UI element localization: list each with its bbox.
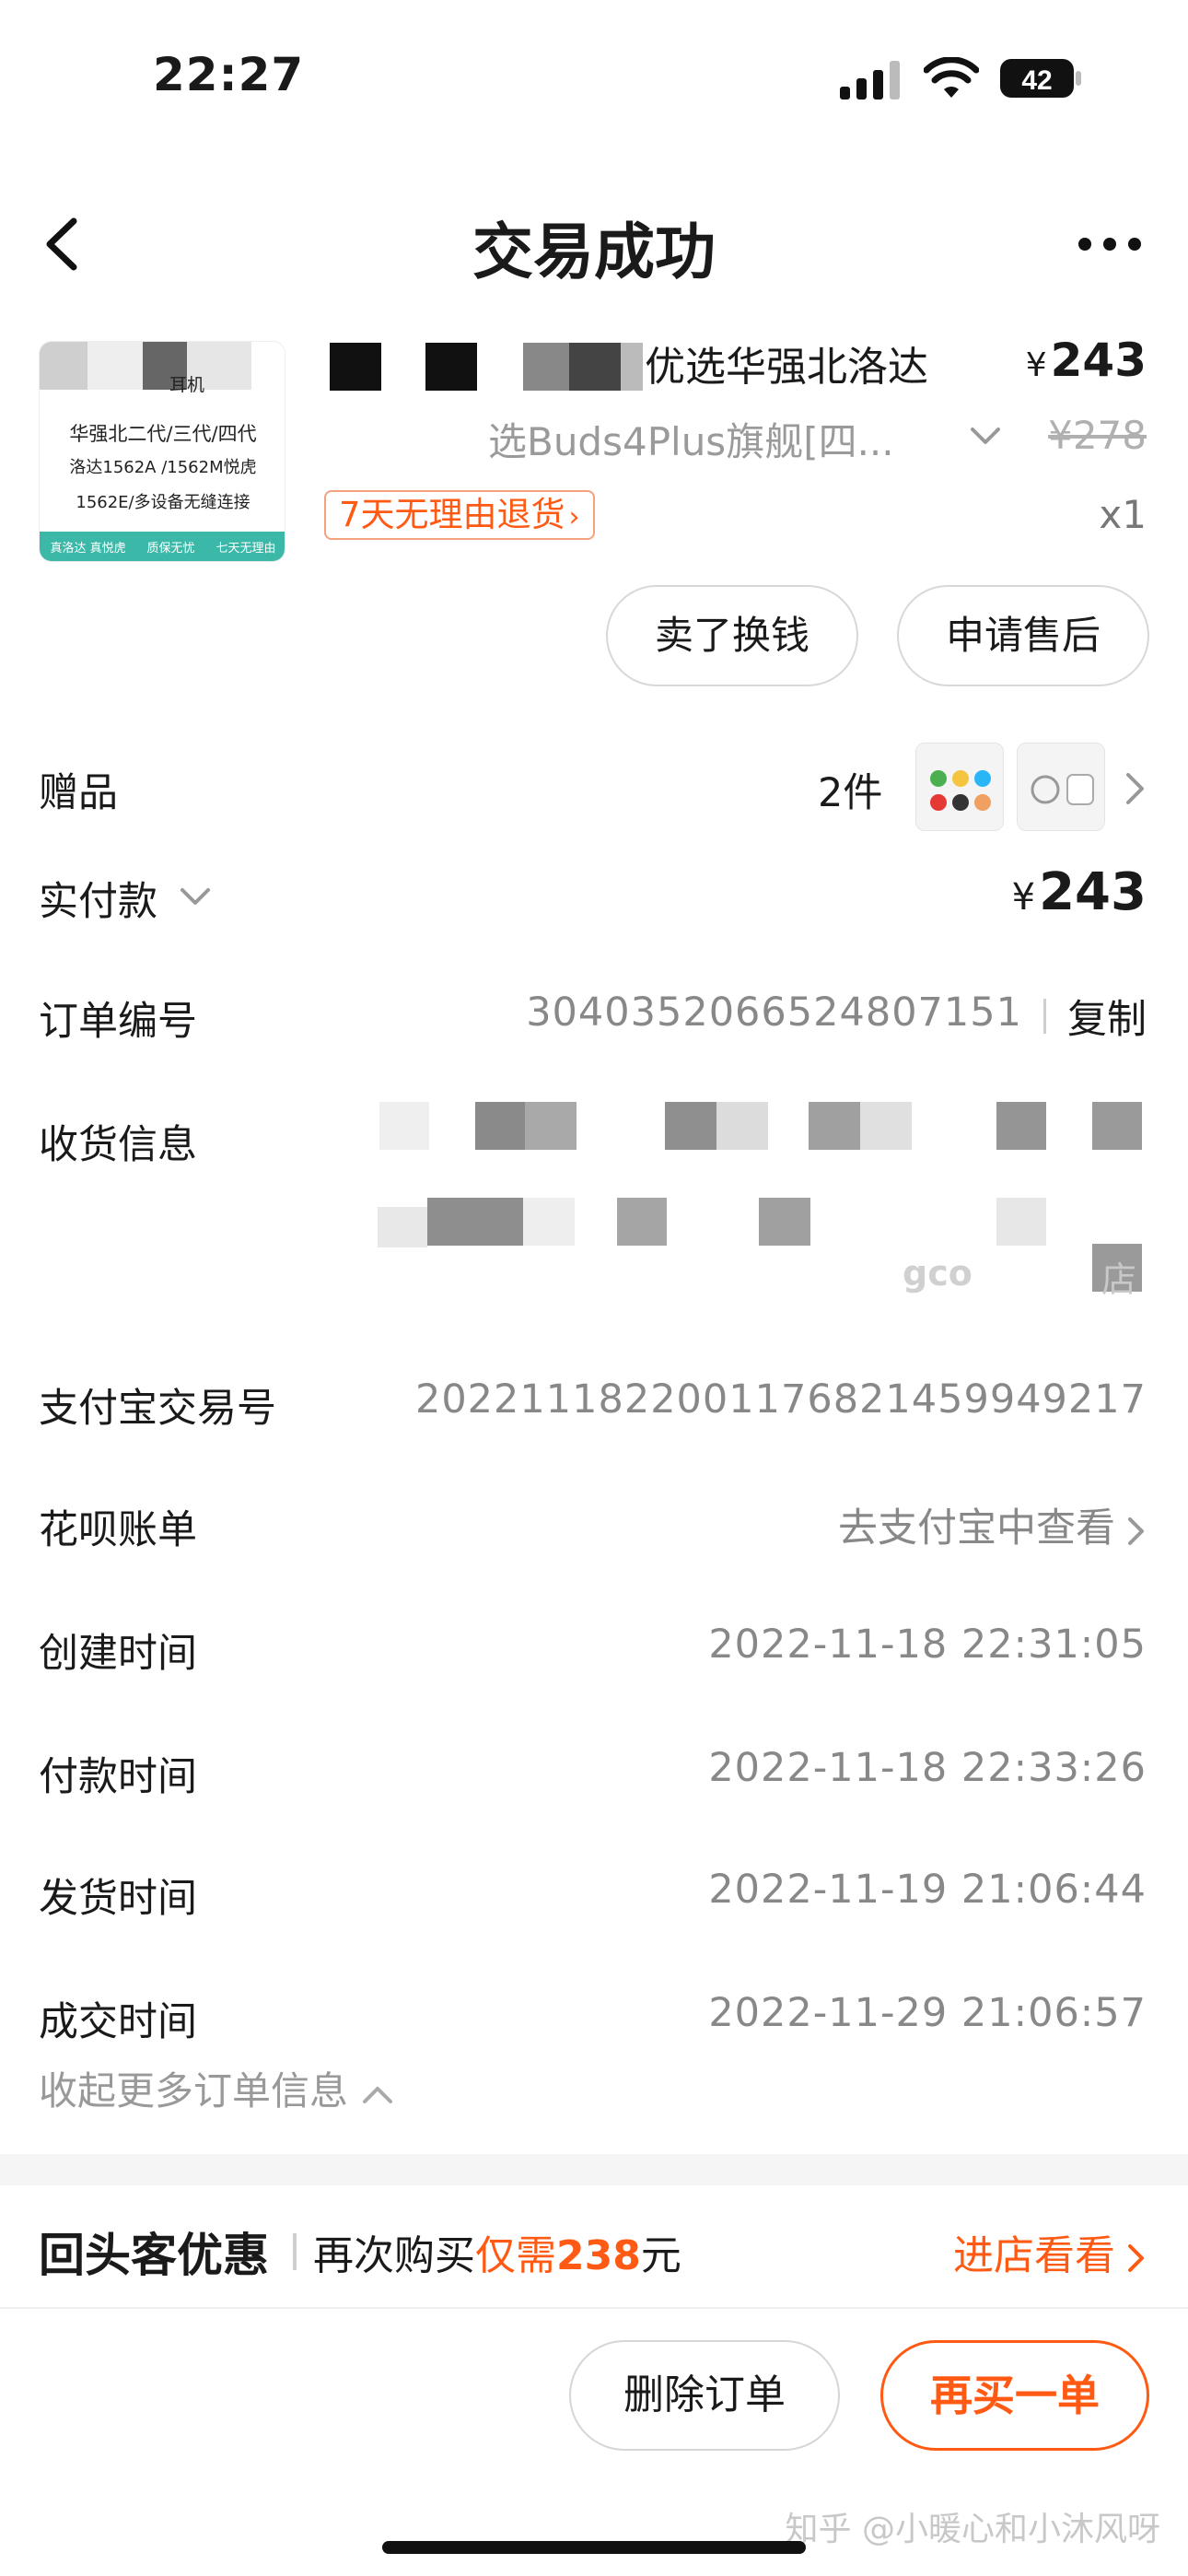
gift-thumbnail[interactable] — [915, 743, 1004, 831]
promo-price: 238 — [556, 2232, 641, 2279]
cellular-signal-icon — [840, 61, 900, 100]
gift-count[interactable]: 2件 — [818, 761, 882, 818]
chevron-right-icon — [1128, 2244, 1144, 2272]
chevron-right-icon — [1128, 1516, 1144, 1545]
product-image-line: 华强北二代/三代/四代 — [69, 423, 257, 445]
huabei-link-label: 去支付宝中查看 — [838, 1505, 1115, 1551]
redacted-title-block — [330, 343, 643, 394]
closed-time: 2022-11-29 21:06:57 — [708, 1990, 1147, 2036]
chevron-down-icon[interactable] — [969, 424, 1002, 448]
promo-text-highlight: 仅需 — [475, 2232, 556, 2279]
product-image-line: 洛达1562A /1562M悦虎 — [69, 458, 257, 477]
paid-time: 2022-11-18 22:33:26 — [708, 1745, 1147, 1791]
more-icon[interactable] — [1076, 230, 1144, 258]
divider — [1043, 999, 1046, 1034]
created-time-label: 创建时间 — [39, 1631, 197, 1677]
alipay-number: 2022111822001176821459949217 — [414, 1376, 1147, 1423]
chevron-down-icon[interactable] — [179, 884, 212, 908]
return-policy-badge[interactable]: 7天无理由退货 › — [324, 490, 595, 540]
alipay-label: 支付宝交易号 — [39, 1386, 276, 1432]
collapse-order-info-button[interactable]: 收起更多订单信息 — [39, 2060, 394, 2116]
redacted-address-line — [378, 1102, 1142, 1152]
product-image-tag: 真洛达 真悦虎 — [50, 541, 126, 556]
promo-text-prefix: 再次购买 — [313, 2232, 475, 2279]
aftersale-button[interactable]: 申请售后 — [897, 585, 1149, 686]
paid-amount-value: 243 — [1039, 862, 1147, 922]
paid-amount: ¥243 — [1012, 862, 1147, 922]
promo-text-suffix: 元 — [640, 2232, 681, 2279]
product-image-tag: 质保无忧 — [146, 541, 195, 556]
copy-button[interactable]: 复制 — [1067, 988, 1147, 1045]
collapse-order-info-label: 收起更多订单信息 — [39, 2068, 349, 2113]
section-divider — [0, 2154, 1188, 2185]
product-image-tag: 七天无理由 — [215, 541, 276, 556]
buy-again-button[interactable]: 再买一单 — [880, 2340, 1149, 2451]
product-image[interactable]: 耳机 华强北二代/三代/四代 洛达1562A /1562M悦虎 1562E/多设… — [39, 341, 285, 562]
status-time: 22:27 — [153, 48, 305, 101]
product-quantity: x1 — [1099, 492, 1147, 537]
huabei-link[interactable]: 去支付宝中查看 — [838, 1496, 1147, 1553]
shipped-time-label: 发货时间 — [39, 1876, 197, 1922]
wifi-icon — [924, 57, 979, 98]
original-price: ¥278 — [1048, 413, 1147, 458]
status-bar: 22:27 42 — [0, 0, 1188, 157]
battery-icon: 42 — [999, 57, 1082, 100]
watermark: 知乎 @小暖心和小沐风呀 — [785, 2511, 1160, 2548]
currency-symbol: ¥ — [1011, 876, 1036, 919]
returning-customer-title: 回头客优惠 — [39, 2229, 269, 2282]
order-number-label: 订单编号 — [39, 999, 197, 1045]
paid-label[interactable]: 实付款 — [39, 870, 157, 927]
product-image-line: 1562E/多设备无缝连接 — [76, 493, 250, 512]
currency-symbol: ¥ — [1025, 346, 1047, 384]
product-price-value: 243 — [1050, 334, 1147, 387]
address-fragment: gco — [903, 1253, 973, 1294]
address-fragment: 店 — [1101, 1259, 1137, 1300]
product-image-footer: 真洛达 真悦虎 质保无忧 七天无理由 — [40, 532, 285, 561]
gift-thumbnail[interactable] — [1017, 743, 1105, 831]
delete-order-button[interactable]: 删除订单 — [569, 2340, 840, 2451]
huabei-label: 花呗账单 — [39, 1507, 197, 1553]
return-policy-label: 7天无理由退货 — [339, 495, 565, 534]
paid-time-label: 付款时间 — [39, 1754, 197, 1800]
visit-store-label: 进店看看 — [953, 2232, 1115, 2279]
order-number: 3040352066524807151 — [526, 989, 1022, 1036]
product-sku[interactable]: 选Buds4Plus旗舰[四... — [488, 411, 894, 467]
sell-button[interactable]: 卖了换钱 — [606, 585, 858, 686]
chevron-right-icon: › — [568, 501, 580, 533]
product-price: ¥243 — [1026, 334, 1147, 387]
page-title: 交易成功 — [472, 217, 716, 287]
product-image-caption: 耳机 — [169, 375, 204, 395]
chevron-up-icon — [363, 2086, 393, 2103]
shipped-time: 2022-11-19 21:06:44 — [708, 1867, 1147, 1913]
product-title[interactable]: 优选华强北洛达 — [645, 334, 928, 392]
nav-header: 交易成功 — [0, 184, 1188, 295]
promo-text: 再次购买仅需238元 — [313, 2222, 681, 2281]
address-label: 收货信息 — [39, 1122, 197, 1168]
redacted-address-line: gco 店 — [903, 1244, 1142, 1300]
closed-time-label: 成交时间 — [39, 1999, 197, 2045]
battery-level: 42 — [1021, 65, 1052, 96]
created-time: 2022-11-18 22:31:05 — [708, 1622, 1147, 1668]
home-indicator[interactable] — [382, 2541, 806, 2554]
visit-store-link[interactable]: 进店看看 — [953, 2222, 1147, 2281]
chevron-right-icon[interactable] — [1124, 770, 1147, 807]
redacted-address-line — [378, 1198, 1142, 1247]
gift-label: 赠品 — [39, 770, 118, 816]
divider — [293, 2233, 297, 2270]
